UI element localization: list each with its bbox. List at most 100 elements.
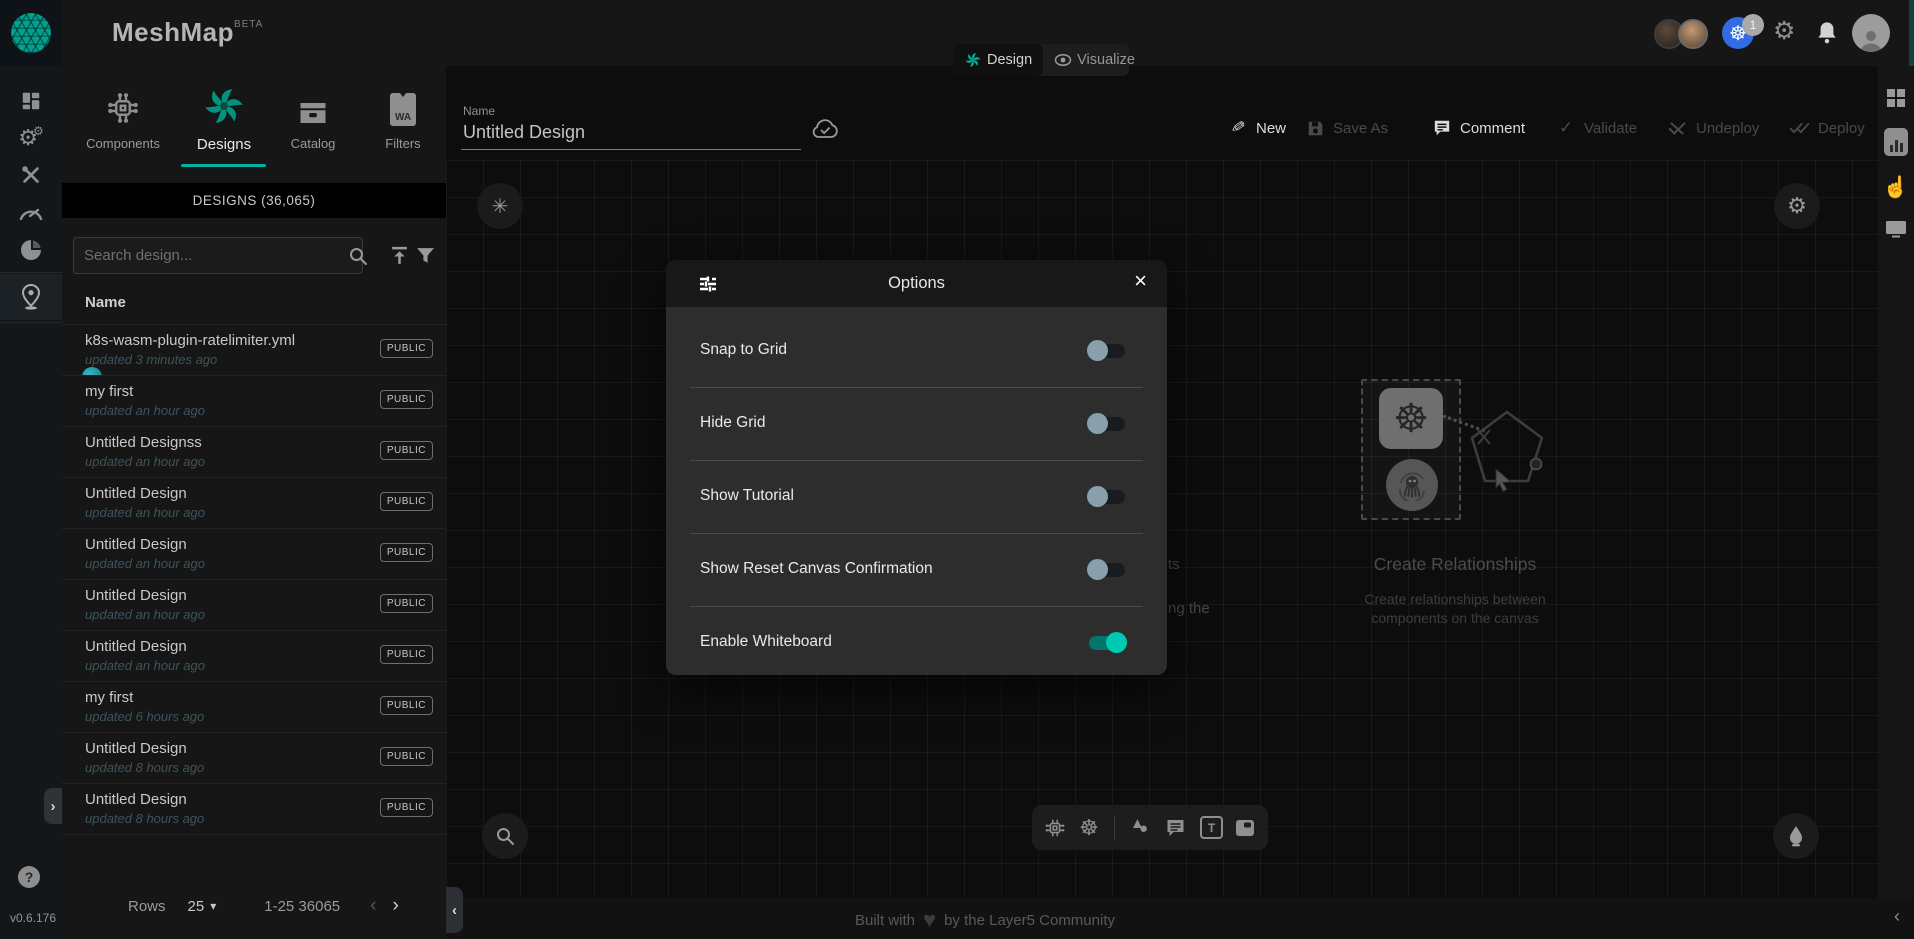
help-button[interactable]: ? <box>18 866 40 888</box>
design-row[interactable]: Untitled Design updated an hour ago PUBL… <box>62 528 446 579</box>
rail-divider <box>0 322 62 323</box>
rows-label: Rows <box>128 898 166 915</box>
person-icon <box>1858 28 1884 52</box>
show-tutorial-toggle[interactable] <box>1089 490 1125 504</box>
rail-divider <box>0 272 62 273</box>
mode-design-button[interactable]: Design <box>953 44 1043 76</box>
design-row[interactable]: my first updated 6 hours ago PUBLIC <box>62 681 446 732</box>
comment-tool-button[interactable] <box>1165 818 1185 838</box>
interaction-mode-button[interactable]: ☝ <box>1883 176 1909 200</box>
design-row[interactable]: Untitled Design updated an hour ago PUBL… <box>62 477 446 528</box>
tab-filters[interactable]: WA Filters <box>358 86 448 151</box>
kubernetes-toolbar-button[interactable]: ☸ <box>1079 815 1099 841</box>
deploy-button[interactable]: Deploy <box>1790 118 1865 138</box>
media-tool-button[interactable] <box>1235 819 1255 837</box>
meshmap-app: { "app": { "title": "MeshMap", "beta": "… <box>0 0 1914 939</box>
clipped-text-fragment: ng the <box>1168 600 1210 617</box>
design-name-label: Name <box>463 104 495 118</box>
visibility-badge: PUBLIC <box>380 390 433 409</box>
components-grid-button[interactable] <box>1886 88 1906 108</box>
comment-icon <box>1432 118 1452 138</box>
name-column-header: Name <box>85 294 126 311</box>
design-row[interactable]: my first updated an hour ago PUBLIC <box>62 375 446 426</box>
tune-icon <box>698 274 718 294</box>
notifications-button[interactable] <box>1816 20 1838 45</box>
tutorial-kubernetes-node: ☸ <box>1379 388 1443 449</box>
design-row[interactable]: Untitled Design updated an hour ago PUBL… <box>62 579 446 630</box>
tab-catalog[interactable]: Catalog <box>268 86 358 151</box>
canvas-toolbar: ☸ ▲ ● T <box>1032 805 1268 850</box>
wasm-filters-icon: WA <box>390 93 416 126</box>
tab-components[interactable]: Components <box>78 86 168 151</box>
search-icon <box>348 246 368 266</box>
visibility-badge: PUBLIC <box>380 645 433 664</box>
gauge-icon <box>19 204 43 220</box>
save-as-button[interactable]: Save As <box>1305 118 1388 138</box>
pie-mesh-icon <box>19 238 43 262</box>
page-prev-button[interactable]: ‹ <box>370 895 376 917</box>
search-input[interactable] <box>73 237 363 274</box>
footer-collapse-handle[interactable]: ‹ <box>1894 906 1900 927</box>
new-button[interactable]: ✎ New <box>1228 118 1286 138</box>
canvas-snowflake-button[interactable]: ✳ <box>477 183 523 229</box>
caret-down-icon[interactable]: ▾ <box>210 899 216 913</box>
collaborator-avatar-2[interactable] <box>1678 19 1708 49</box>
pagination: Rows 25 ▾ 1-25 36065 ‹ › <box>62 886 446 926</box>
settings-gear-button[interactable]: ⚙ <box>1773 19 1795 44</box>
hide-grid-toggle[interactable] <box>1089 417 1125 431</box>
floppy-icon <box>1305 118 1325 138</box>
option-show-tutorial: Show Tutorial <box>666 461 1167 534</box>
add-component-button[interactable] <box>1044 817 1064 839</box>
nav-extensions-button[interactable] <box>0 231 62 269</box>
undeploy-button[interactable]: Undeploy <box>1668 118 1759 138</box>
nav-performance-button[interactable] <box>0 193 62 231</box>
nav-dashboard-button[interactable] <box>0 82 62 120</box>
nav-lifecycle-button[interactable]: ⚙⚙ <box>0 118 62 156</box>
rows-per-page-select[interactable]: 25 <box>188 898 205 915</box>
whiteboard-pen-button[interactable] <box>1773 813 1819 859</box>
design-row[interactable]: k8s-wasm-plugin-ratelimiter.yml updated … <box>62 324 446 375</box>
navigation-rail: ⚙⚙ › ? v0.6.176 <box>0 66 62 939</box>
canvas-settings-button[interactable]: ⚙ <box>1774 183 1820 229</box>
image-icon <box>1235 819 1255 837</box>
reset-confirmation-toggle[interactable] <box>1089 563 1125 577</box>
right-toolbar: ☝ <box>1878 66 1914 898</box>
page-next-button[interactable]: › <box>392 895 398 917</box>
location-pin-icon <box>21 284 41 310</box>
tab-designs[interactable]: Designs <box>179 86 269 153</box>
zoom-button[interactable] <box>482 813 528 859</box>
design-row[interactable]: Untitled Designss updated an hour ago PU… <box>62 426 446 477</box>
components-chip-icon <box>105 90 141 126</box>
app-version: v0.6.176 <box>6 911 60 925</box>
design-row[interactable]: Untitled Design updated 8 hours ago PUBL… <box>62 732 446 783</box>
text-tool-button[interactable]: T <box>1200 816 1220 839</box>
comment-button[interactable]: Comment <box>1432 118 1525 138</box>
profile-button[interactable] <box>1852 14 1890 52</box>
design-row[interactable]: Untitled Design updated an hour ago PUBL… <box>62 630 446 681</box>
design-row[interactable]: Untitled Design updated 8 hours ago PUBL… <box>62 783 446 835</box>
filter-button[interactable] <box>415 245 436 266</box>
layer5-logo-icon <box>11 13 51 53</box>
mode-toggle-group: Design Visualize <box>953 44 1129 76</box>
panel-collapse-handle[interactable]: ‹ <box>446 887 463 933</box>
nav-configuration-button[interactable] <box>0 156 62 194</box>
layer5-logo[interactable] <box>0 0 62 66</box>
display-button[interactable] <box>1885 220 1907 238</box>
nav-meshmap-button[interactable] <box>0 278 62 316</box>
analytics-button[interactable] <box>1884 128 1908 156</box>
visibility-badge: PUBLIC <box>380 543 433 562</box>
toolbar-divider <box>1114 815 1115 841</box>
shapes-button[interactable]: ▲ ● <box>1130 815 1150 840</box>
rail-expand-handle[interactable]: › <box>44 788 62 824</box>
design-name-input[interactable] <box>461 120 801 150</box>
tools-icon <box>20 164 42 186</box>
snap-to-grid-toggle[interactable] <box>1089 344 1125 358</box>
close-icon[interactable]: × <box>1134 270 1147 292</box>
mode-visualize-button[interactable]: Visualize <box>1043 44 1146 76</box>
enable-whiteboard-toggle[interactable] <box>1089 636 1125 650</box>
header-edge-accent <box>1909 0 1914 66</box>
import-design-button[interactable] <box>389 245 410 266</box>
validate-button[interactable]: ✓ Validate <box>1556 118 1637 138</box>
app-header: MeshMapBETA Design Visualize ☸ 1 ⚙ <box>0 0 1914 66</box>
footer-credit: Built with ♥ by the Layer5 Community <box>785 907 1185 933</box>
